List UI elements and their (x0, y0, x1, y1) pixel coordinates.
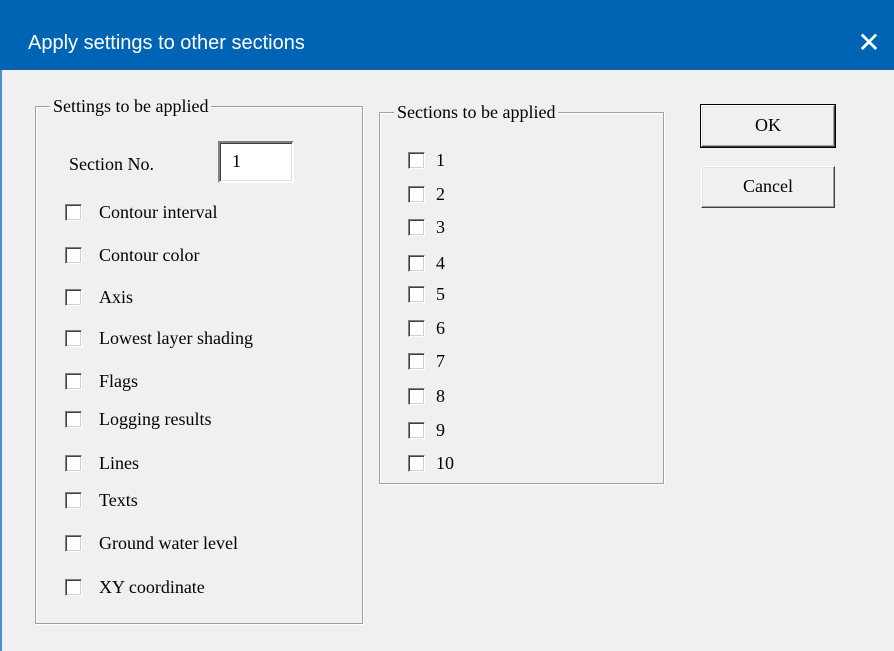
cancel-button[interactable]: Cancel (701, 166, 835, 208)
checkbox-label: 9 (436, 420, 445, 440)
checkbox-box[interactable] (65, 534, 82, 552)
checkbox-xy-coordinate[interactable]: XY coordinate (65, 575, 205, 599)
checkbox-section-1[interactable]: 1 (408, 148, 445, 172)
checkbox-box[interactable] (408, 319, 425, 337)
checkbox-label: Logging results (99, 409, 212, 429)
checkbox-box[interactable] (408, 254, 425, 272)
sections-group-label: Sections to be applied (394, 100, 559, 124)
checkbox-label: 5 (436, 284, 445, 304)
checkbox-label: 4 (436, 253, 445, 273)
title-bar: Apply settings to other sections ✕ (0, 0, 894, 70)
section-no-label: Section No. (69, 154, 154, 174)
checkbox-section-3[interactable]: 3 (408, 215, 445, 239)
checkbox-label: Axis (99, 287, 134, 307)
checkbox-label: 3 (436, 217, 445, 237)
checkbox-box[interactable] (65, 410, 82, 428)
checkbox-section-10[interactable]: 10 (408, 451, 454, 475)
checkbox-box[interactable] (408, 285, 425, 303)
checkbox-logging-results[interactable]: Logging results (65, 407, 212, 431)
checkbox-box[interactable] (408, 151, 425, 169)
checkbox-label: Ground water level (99, 533, 238, 553)
checkbox-label: 1 (436, 150, 445, 170)
ok-button[interactable]: OK (700, 104, 836, 148)
checkbox-box[interactable] (408, 421, 425, 439)
checkbox-box[interactable] (65, 288, 82, 306)
checkbox-box[interactable] (65, 203, 82, 221)
checkbox-texts[interactable]: Texts (65, 488, 138, 512)
checkbox-label: Flags (99, 371, 139, 391)
checkbox-label: Lines (99, 453, 139, 473)
checkbox-box[interactable] (408, 387, 425, 405)
checkbox-box[interactable] (65, 246, 82, 264)
checkbox-label: XY coordinate (99, 577, 205, 597)
checkbox-ground-water-level[interactable]: Ground water level (65, 531, 238, 555)
checkbox-section-7[interactable]: 7 (408, 349, 445, 373)
checkbox-box[interactable] (408, 454, 425, 472)
checkbox-label: 8 (436, 386, 445, 406)
checkbox-section-5[interactable]: 5 (408, 282, 445, 306)
checkbox-label: 10 (436, 453, 454, 473)
checkbox-label: Lowest layer shading (99, 328, 253, 348)
checkbox-box[interactable] (408, 185, 425, 203)
checkbox-flags[interactable]: Flags (65, 369, 138, 393)
settings-group-label: Settings to be applied (50, 94, 212, 118)
checkbox-label: 2 (436, 184, 445, 204)
checkbox-box[interactable] (65, 578, 82, 596)
checkbox-section-8[interactable]: 8 (408, 384, 445, 408)
checkbox-axis[interactable]: Axis (65, 285, 133, 309)
checkbox-section-6[interactable]: 6 (408, 316, 445, 340)
checkbox-section-4[interactable]: 4 (408, 251, 445, 275)
checkbox-box[interactable] (65, 454, 82, 472)
checkbox-label: 7 (436, 351, 445, 371)
checkbox-lines[interactable]: Lines (65, 451, 139, 475)
checkbox-label: 6 (436, 318, 445, 338)
checkbox-label: Contour interval (99, 202, 218, 222)
checkbox-box[interactable] (65, 372, 82, 390)
checkbox-lowest-layer-shading[interactable]: Lowest layer shading (65, 326, 253, 350)
checkbox-box[interactable] (408, 352, 425, 370)
checkbox-section-9[interactable]: 9 (408, 418, 445, 442)
checkbox-contour-color[interactable]: Contour color (65, 243, 200, 267)
close-icon[interactable]: ✕ (852, 26, 886, 60)
checkbox-contour-interval[interactable]: Contour interval (65, 200, 217, 224)
checkbox-label: Contour color (99, 245, 200, 265)
window-title: Apply settings to other sections (28, 32, 305, 54)
checkbox-box[interactable] (65, 491, 82, 509)
checkbox-label: Texts (99, 490, 138, 510)
checkbox-box[interactable] (408, 218, 425, 236)
checkbox-box[interactable] (65, 329, 82, 347)
section-no-input[interactable]: 1 (218, 141, 294, 183)
checkbox-section-2[interactable]: 2 (408, 182, 445, 206)
